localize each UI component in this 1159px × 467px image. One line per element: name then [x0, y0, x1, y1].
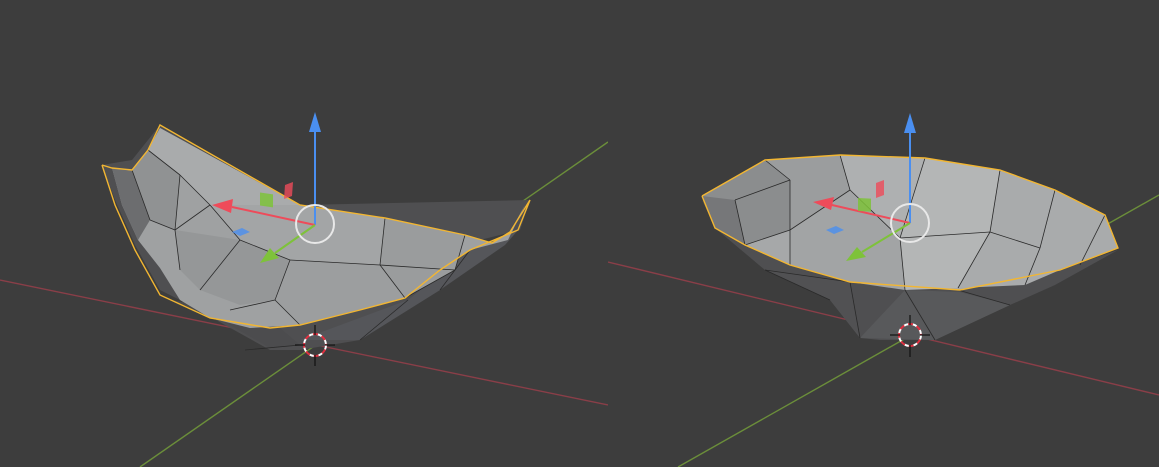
viewport-container [0, 0, 1159, 467]
viewport-left[interactable] [0, 0, 608, 467]
scale-plane-handle-icon[interactable] [858, 197, 871, 212]
viewport-left-canvas[interactable] [0, 0, 608, 467]
viewport-right[interactable] [608, 0, 1159, 467]
viewport-right-canvas[interactable] [608, 0, 1159, 467]
plane-handle-xz[interactable] [876, 180, 884, 198]
scale-plane-handle-icon[interactable] [260, 192, 273, 208]
